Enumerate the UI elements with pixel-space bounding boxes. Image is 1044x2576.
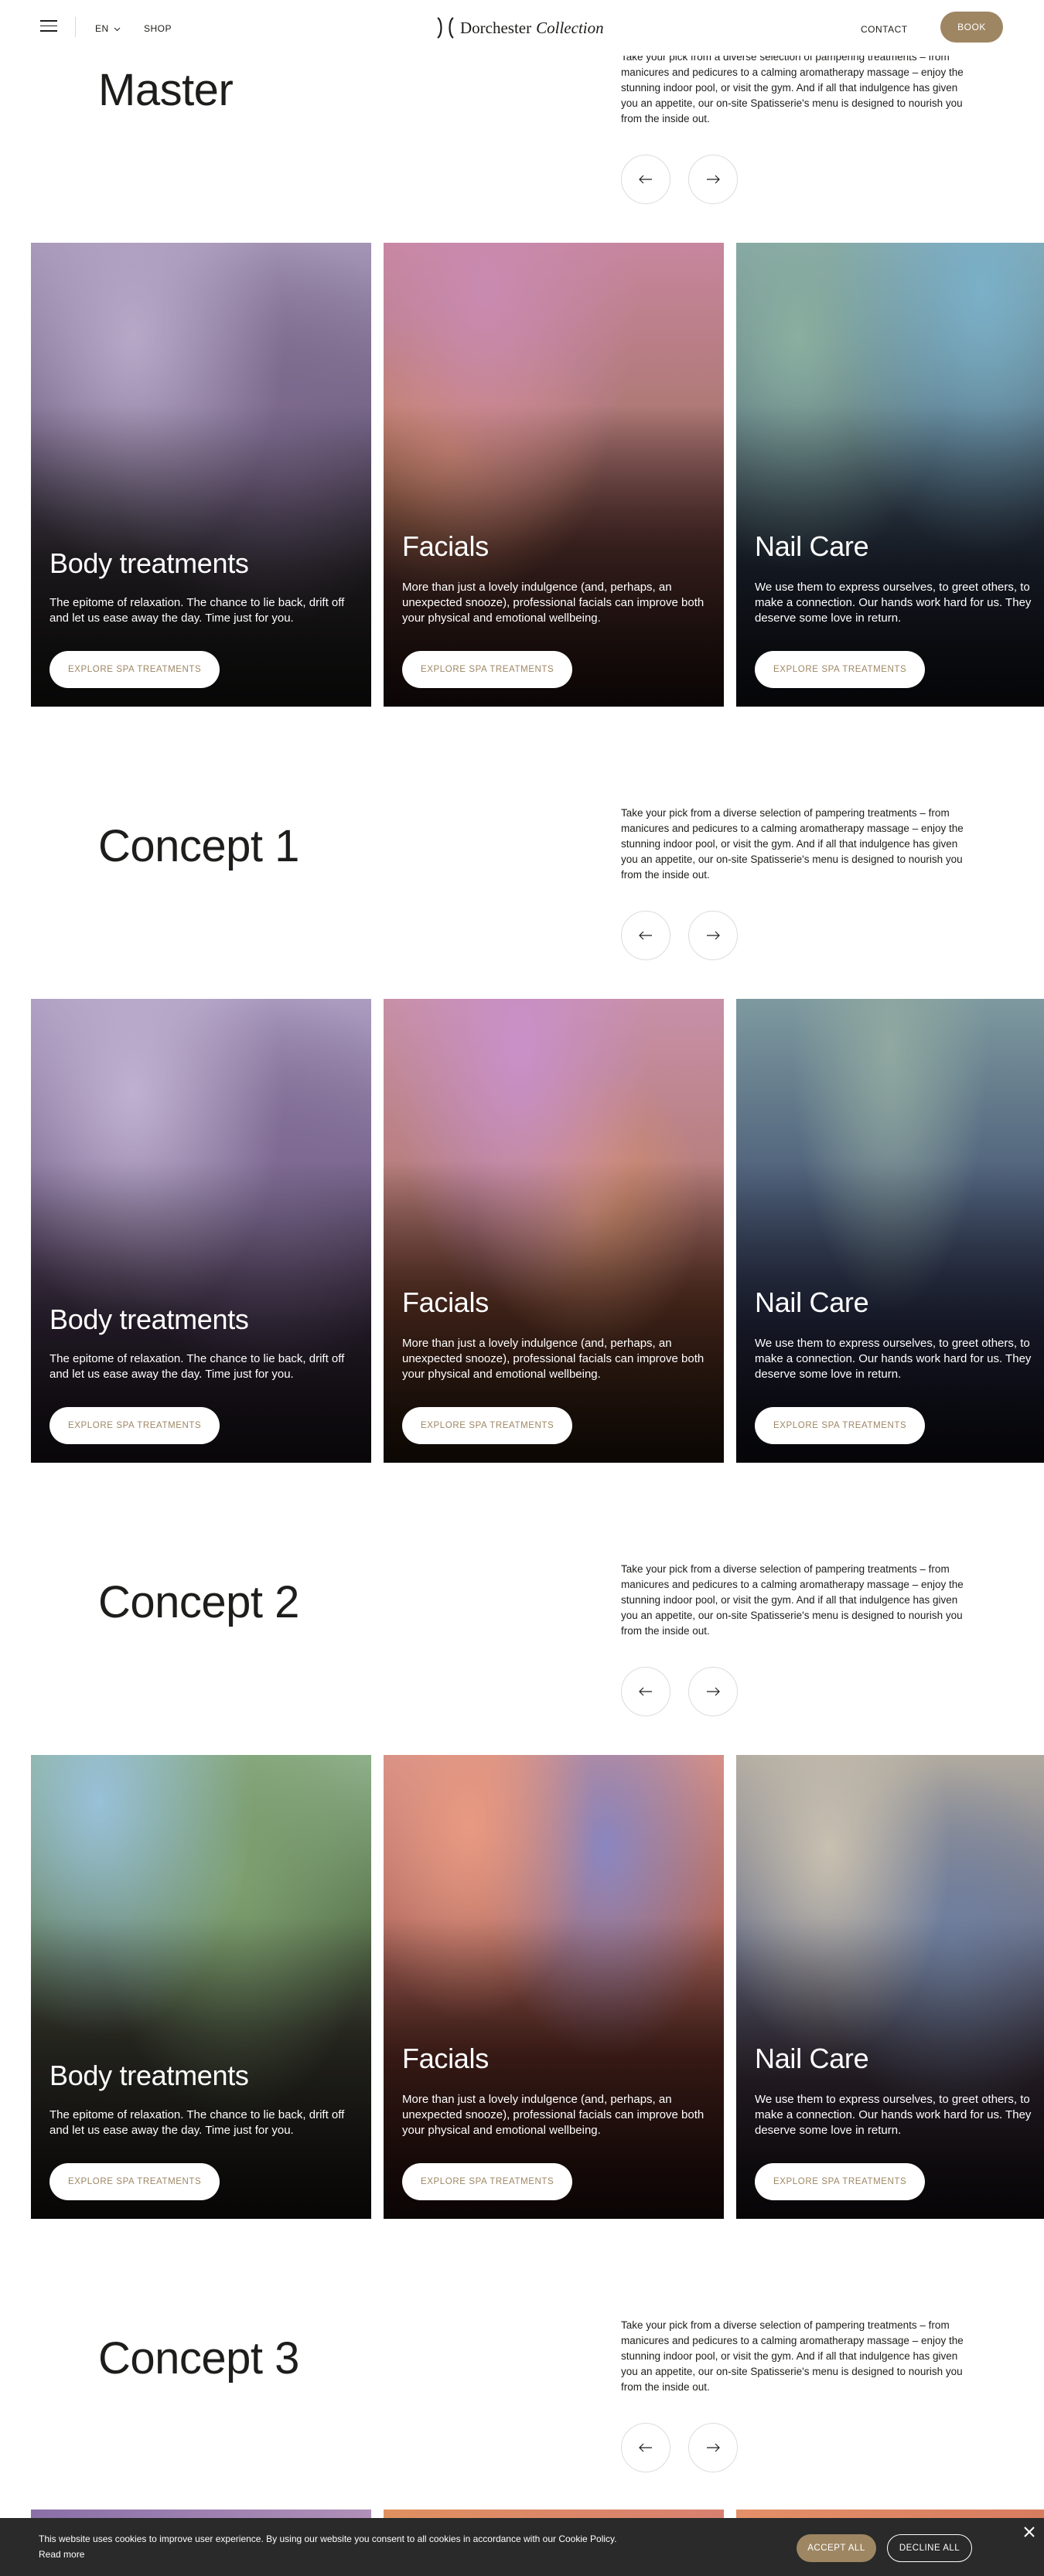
book-button[interactable]: BOOK bbox=[940, 12, 1003, 43]
header-divider bbox=[75, 17, 76, 37]
section-title-master: Master bbox=[98, 65, 234, 115]
card-nail-care[interactable]: Nail Care We use them to express ourselv… bbox=[736, 243, 1044, 707]
card-title: Facials bbox=[402, 1286, 489, 1318]
card-text: We use them to express ourselves, to gre… bbox=[755, 581, 1032, 625]
card-text: More than just a lovely indulgence (and,… bbox=[402, 1337, 705, 1381]
card-title: Facials bbox=[402, 2043, 489, 2074]
card-title: Body treatments bbox=[49, 2060, 249, 2091]
section-description: Take your pick from a diverse selection … bbox=[621, 1563, 964, 1637]
logo[interactable]: Dorchester Collection bbox=[435, 14, 604, 42]
prev-button[interactable] bbox=[621, 1667, 670, 1716]
card-text: More than just a lovely indulgence (and,… bbox=[402, 581, 705, 625]
card-facials[interactable]: Facials More than just a lovely indulgen… bbox=[384, 1755, 724, 2219]
card-text: The epitome of relaxation. The chance to… bbox=[49, 596, 345, 625]
arrow-right-icon bbox=[707, 1687, 720, 1696]
arrow-right-icon bbox=[707, 931, 720, 940]
language-selector[interactable]: EN bbox=[95, 23, 121, 34]
section-description: Take your pick from a diverse selection … bbox=[621, 2319, 964, 2393]
explore-button[interactable]: EXPLORE SPA TREATMENTS bbox=[402, 651, 573, 688]
cookie-message: This website uses cookies to improve use… bbox=[39, 2533, 617, 2544]
site-header: EN SHOP Dorchester Collection CONTACT BOO… bbox=[0, 0, 1044, 56]
explore-button[interactable]: EXPLORE SPA TREATMENTS bbox=[755, 651, 926, 688]
hamburger-icon[interactable] bbox=[40, 20, 57, 32]
card-nail-care[interactable]: Nail Care We use them to express ourselv… bbox=[736, 999, 1044, 1463]
explore-button[interactable]: EXPLORE SPA TREATMENTS bbox=[49, 2163, 220, 2200]
card-body-treatments[interactable]: Body treatments The epitome of relaxatio… bbox=[31, 1755, 371, 2219]
section-description: Take your pick from a diverse selection … bbox=[621, 807, 964, 881]
card-text: The epitome of relaxation. The chance to… bbox=[49, 2108, 345, 2137]
next-button[interactable] bbox=[688, 911, 738, 960]
explore-button[interactable]: EXPLORE SPA TREATMENTS bbox=[402, 2163, 573, 2200]
contact-link[interactable]: CONTACT bbox=[861, 24, 908, 35]
card-text: More than just a lovely indulgence (and,… bbox=[402, 2093, 705, 2137]
arrow-right-icon bbox=[707, 175, 720, 184]
section-description: Take your pick from a diverse selection … bbox=[621, 51, 964, 124]
card-title: Nail Care bbox=[755, 1286, 869, 1318]
arrow-left-icon bbox=[639, 931, 652, 940]
cookie-banner: This website uses cookies to improve use… bbox=[0, 2518, 1044, 2576]
explore-button[interactable]: EXPLORE SPA TREATMENTS bbox=[49, 651, 220, 688]
prev-button[interactable] bbox=[621, 2423, 670, 2472]
card-title: Nail Care bbox=[755, 530, 869, 562]
close-icon[interactable] bbox=[1022, 2525, 1036, 2539]
next-button[interactable] bbox=[688, 155, 738, 204]
accept-all-button[interactable]: ACCEPT ALL bbox=[797, 2534, 876, 2562]
explore-button[interactable]: EXPLORE SPA TREATMENTS bbox=[402, 1407, 573, 1444]
card-nail-care[interactable]: Nail Care We use them to express ourselv… bbox=[736, 1755, 1044, 2219]
logo-mark-icon bbox=[437, 17, 454, 39]
card-title: Nail Care bbox=[755, 2043, 869, 2074]
card-title: Body treatments bbox=[49, 1303, 249, 1335]
section-title-concept-1: Concept 1 bbox=[98, 821, 299, 871]
next-button[interactable] bbox=[688, 1667, 738, 1716]
card-title: Body treatments bbox=[49, 547, 249, 579]
card-text: The epitome of relaxation. The chance to… bbox=[49, 1352, 345, 1381]
arrow-right-icon bbox=[707, 2443, 720, 2452]
read-more-link[interactable]: Read more bbox=[39, 2549, 84, 2560]
logo-name: Dorchester bbox=[460, 18, 532, 37]
card-body-treatments[interactable]: Body treatments The epitome of relaxatio… bbox=[31, 243, 371, 707]
card-body-treatments[interactable]: Body treatments The epitome of relaxatio… bbox=[31, 999, 371, 1463]
language-label: EN bbox=[95, 23, 109, 34]
arrow-left-icon bbox=[639, 1687, 652, 1696]
shop-link[interactable]: SHOP bbox=[144, 23, 172, 34]
section-title-concept-3: Concept 3 bbox=[98, 2333, 299, 2383]
card-title: Facials bbox=[402, 530, 489, 562]
explore-button[interactable]: EXPLORE SPA TREATMENTS bbox=[755, 2163, 926, 2200]
arrow-left-icon bbox=[639, 2443, 652, 2452]
explore-button[interactable]: EXPLORE SPA TREATMENTS bbox=[755, 1407, 926, 1444]
card-facials[interactable]: Facials More than just a lovely indulgen… bbox=[384, 243, 724, 707]
prev-button[interactable] bbox=[621, 911, 670, 960]
prev-button[interactable] bbox=[621, 155, 670, 204]
card-text: We use them to express ourselves, to gre… bbox=[755, 1337, 1032, 1381]
logo-collection: Collection bbox=[536, 18, 604, 37]
chevron-down-icon bbox=[114, 27, 121, 32]
card-facials[interactable]: Facials More than just a lovely indulgen… bbox=[384, 999, 724, 1463]
card-text: We use them to express ourselves, to gre… bbox=[755, 2093, 1032, 2137]
arrow-left-icon bbox=[639, 175, 652, 184]
decline-all-button[interactable]: DECLINE ALL bbox=[887, 2534, 972, 2562]
explore-button[interactable]: EXPLORE SPA TREATMENTS bbox=[49, 1407, 220, 1444]
next-button[interactable] bbox=[688, 2423, 738, 2472]
section-title-concept-2: Concept 2 bbox=[98, 1577, 299, 1627]
